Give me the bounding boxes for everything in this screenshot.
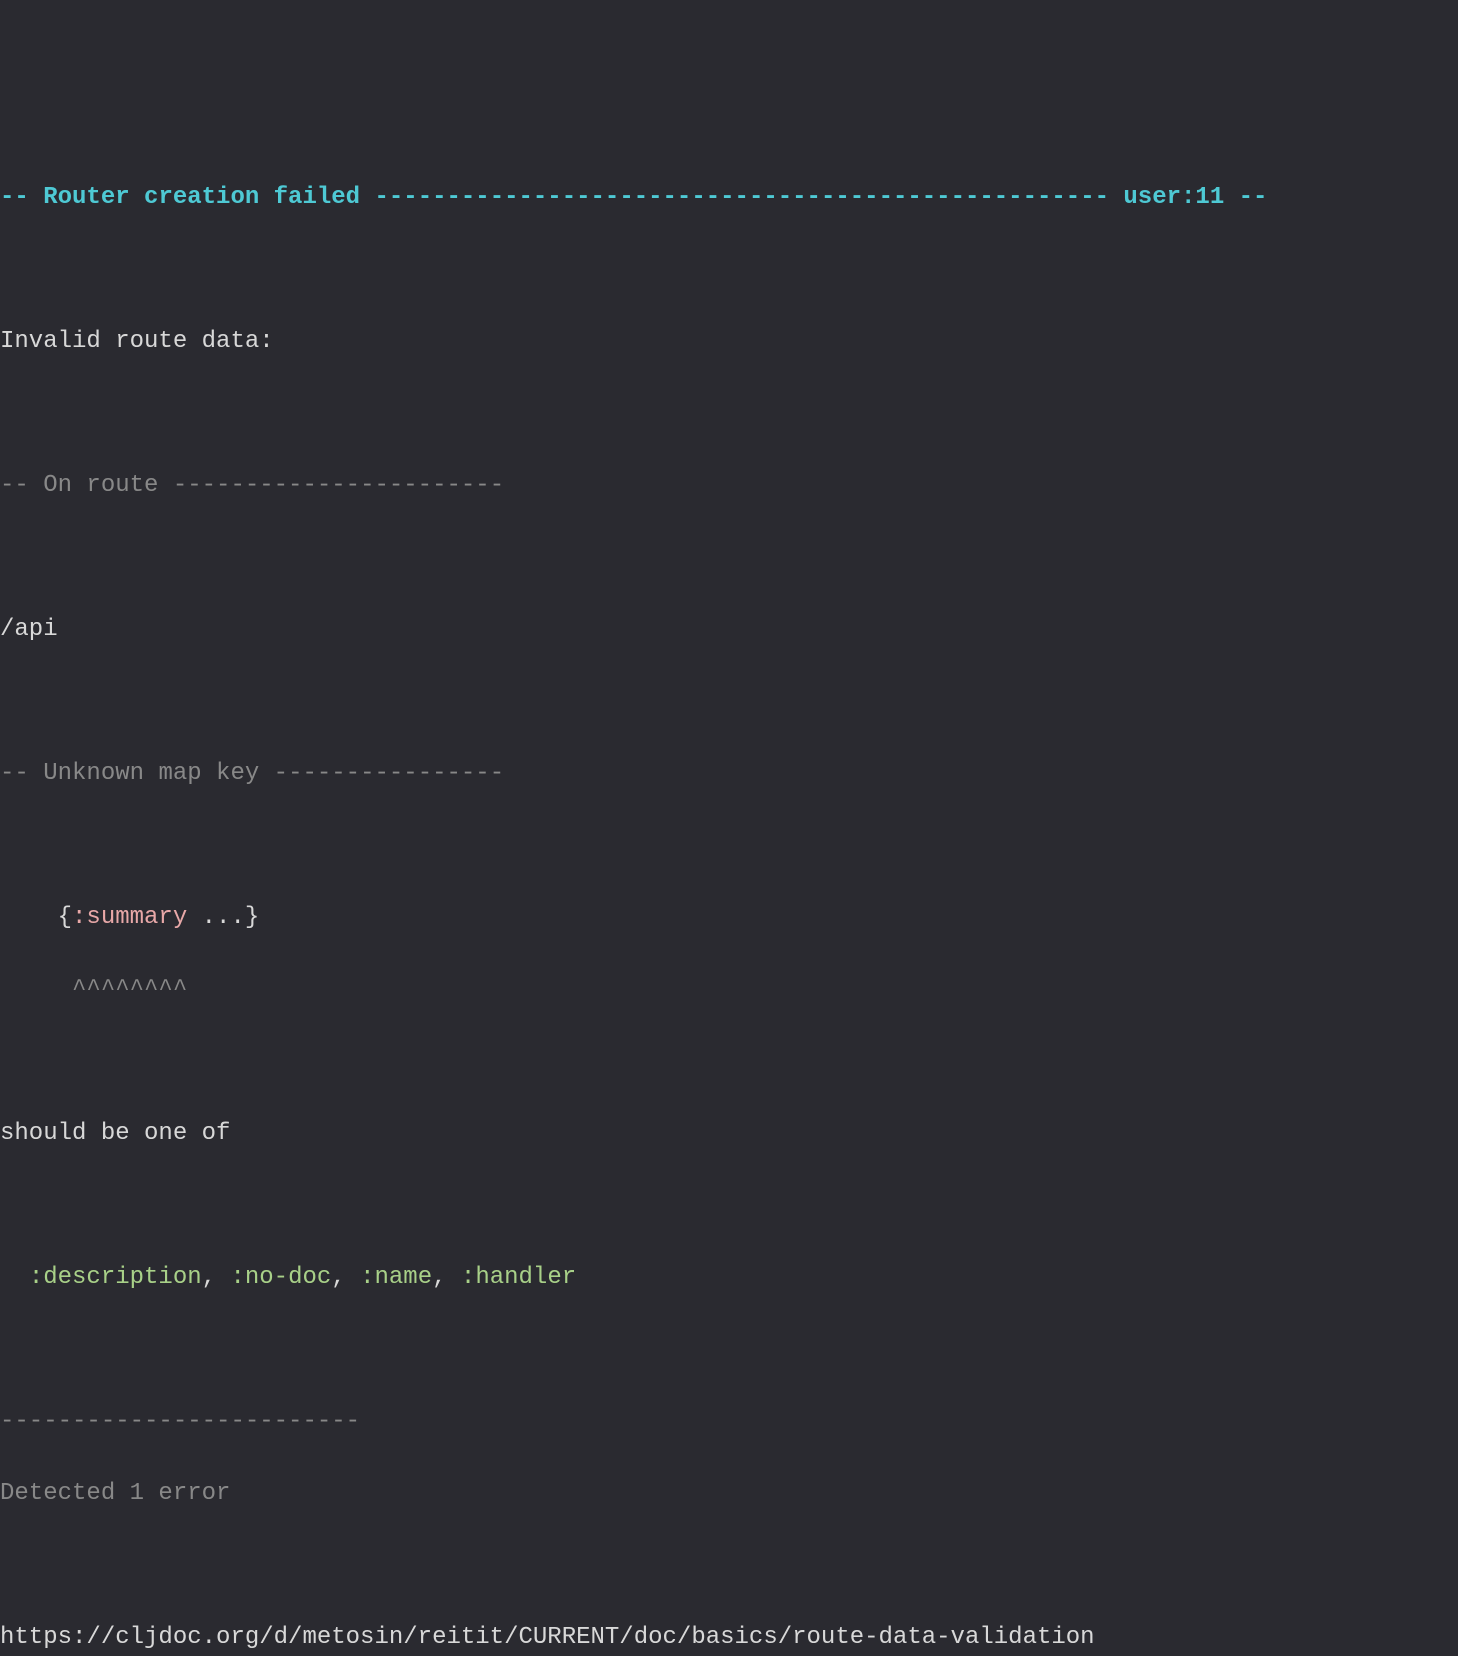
blank-line [0, 1332, 1458, 1368]
blank-line [0, 1188, 1458, 1224]
map-line: {:summary ...} [0, 900, 1458, 936]
blank-line [0, 684, 1458, 720]
doc-url: https://cljdoc.org/d/metosin/reitit/CURR… [0, 1620, 1458, 1656]
header-suffix: -- [1224, 184, 1267, 211]
keyword: :no-doc [230, 1264, 331, 1291]
blank-line [0, 252, 1458, 288]
carets-line: ^^^^^^^^ [0, 972, 1458, 1008]
blank-line [0, 828, 1458, 864]
unknown-key-line: -- Unknown map key ---------------- [0, 756, 1458, 792]
map-rest: ...} [187, 904, 259, 931]
blank-line [0, 1044, 1458, 1080]
route-path: /api [0, 612, 1458, 648]
header-line: -- Router creation failed --------------… [0, 180, 1458, 216]
separator: , [331, 1264, 360, 1291]
separator: , [432, 1264, 461, 1291]
on-route-label: On route [43, 472, 158, 499]
blank-line [0, 396, 1458, 432]
carets-indent [0, 976, 72, 1003]
invalid-route-data: Invalid route data: [0, 324, 1458, 360]
keyword-list: :description, :no-doc, :name, :handler [29, 1264, 576, 1291]
summary-key: :summary [72, 904, 187, 931]
header-prefix: -- [0, 184, 43, 211]
on-route-dashes: ----------------------- [158, 472, 504, 499]
map-indent [0, 904, 58, 931]
blank-line [0, 540, 1458, 576]
should-be: should be one of [0, 1116, 1458, 1152]
header-source: user:11 [1123, 184, 1224, 211]
header-title: Router creation failed [43, 184, 360, 211]
keywords-line: :description, :no-doc, :name, :handler [0, 1260, 1458, 1296]
detected-error: Detected 1 error [0, 1476, 1458, 1512]
unknown-key-dashes: ---------------- [259, 760, 504, 787]
keyword: :description [29, 1264, 202, 1291]
unknown-key-prefix: -- [0, 760, 43, 787]
keywords-indent [0, 1264, 29, 1291]
on-route-line: -- On route ----------------------- [0, 468, 1458, 504]
unknown-key-label: Unknown map key [43, 760, 259, 787]
carets: ^^^^^^^^ [72, 976, 187, 1003]
footer-dashes: ------------------------- [0, 1404, 1458, 1440]
terminal-output: -- Router creation failed --------------… [0, 144, 1458, 1656]
on-route-prefix: -- [0, 472, 43, 499]
separator: , [202, 1264, 231, 1291]
blank-line [0, 1548, 1458, 1584]
header-dashes: ----------------------------------------… [360, 184, 1123, 211]
map-open: { [58, 904, 72, 931]
keyword: :handler [461, 1264, 576, 1291]
keyword: :name [360, 1264, 432, 1291]
